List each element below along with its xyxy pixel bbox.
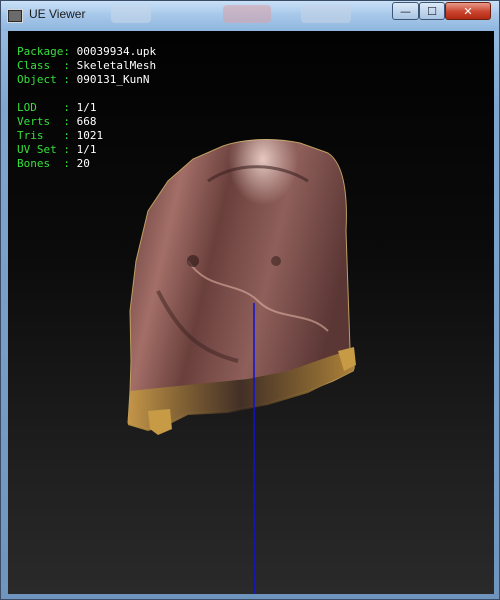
info-row-bones: Bones : 20 (17, 157, 90, 170)
app-window: UE Viewer — ☐ ✕ Package: 00039934.upk Cl… (0, 0, 500, 600)
jacket-mesh (127, 138, 356, 435)
close-button[interactable]: ✕ (445, 2, 491, 20)
info-row-uvset: UV Set : 1/1 (17, 143, 97, 156)
info-row-verts: Verts : 668 (17, 115, 97, 128)
minimize-icon: — (400, 4, 411, 18)
info-row-package: Package: 00039934.upk (17, 45, 157, 58)
titlebar-background-blur (111, 5, 151, 23)
info-row-object: Object : 090131_KunN (17, 73, 150, 86)
mesh-info-overlay: Package: 00039934.upk Class : SkeletalMe… (17, 45, 156, 171)
info-row-lod: LOD : 1/1 (17, 101, 97, 114)
maximize-button[interactable]: ☐ (419, 2, 445, 20)
app-icon (7, 9, 23, 23)
sleeve-cuff-left (148, 409, 172, 435)
minimize-button[interactable]: — (392, 2, 419, 20)
titlebar-background-blur (301, 5, 351, 23)
info-row-tris: Tris : 1021 (17, 129, 104, 142)
titlebar-background-blur (223, 5, 271, 23)
cloth-shadow (187, 255, 199, 267)
maximize-icon: ☐ (427, 4, 437, 18)
title-bar[interactable]: UE Viewer — ☐ ✕ (1, 1, 499, 31)
3d-viewport[interactable]: Package: 00039934.upk Class : SkeletalMe… (8, 31, 494, 594)
info-row-class: Class : SkeletalMesh (17, 59, 157, 72)
cloth-shadow (271, 256, 281, 266)
close-icon: ✕ (463, 4, 473, 18)
window-title: UE Viewer (29, 7, 86, 21)
